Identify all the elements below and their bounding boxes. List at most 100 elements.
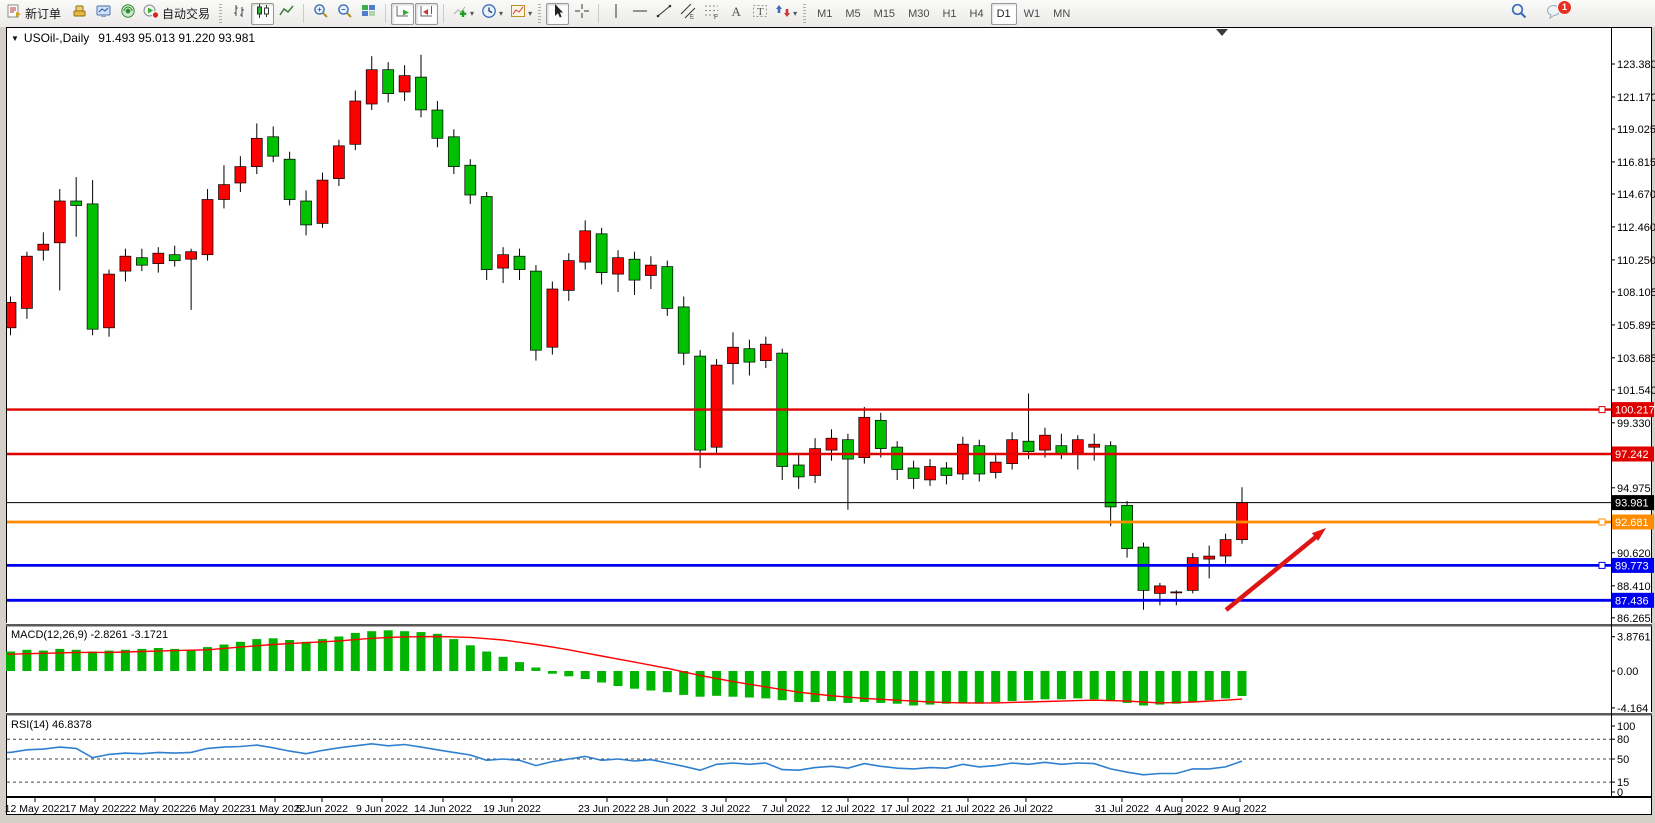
svg-text:93.981: 93.981 xyxy=(1615,498,1649,510)
search-button[interactable] xyxy=(1507,3,1530,25)
new-order-button[interactable]: 新订单 xyxy=(3,3,67,25)
chevron-down-icon: ▾ xyxy=(499,9,503,18)
zoom-out-button[interactable] xyxy=(333,3,356,25)
macd-bar xyxy=(1238,671,1247,696)
candle xyxy=(333,146,344,179)
timeframe-M30-button[interactable]: M30 xyxy=(902,3,935,25)
search-icon xyxy=(1511,3,1527,24)
macd-tick-label: 3.8761 xyxy=(1617,632,1651,644)
candle xyxy=(695,356,706,450)
price-badge: 93.981 xyxy=(1612,495,1654,510)
macd-bar xyxy=(679,671,688,695)
date-tick-label: 12 Jul 2022 xyxy=(821,803,875,815)
panel-separator[interactable] xyxy=(6,623,1652,627)
toolbar-separator xyxy=(303,4,304,23)
symbol-dropdown-icon[interactable]: ▼ xyxy=(11,34,19,43)
candle xyxy=(810,449,821,476)
zoom-out-icon xyxy=(337,3,353,24)
terminal-window-button[interactable] xyxy=(92,3,115,25)
candle xyxy=(547,289,558,347)
macd-bar xyxy=(1205,671,1214,700)
macd-bar xyxy=(1221,671,1230,698)
periods-button[interactable]: ▾ xyxy=(478,3,506,25)
vertical-line-button[interactable] xyxy=(604,3,627,25)
candle xyxy=(317,180,328,223)
templates-button[interactable]: ▾ xyxy=(507,3,535,25)
svg-text:100.217: 100.217 xyxy=(1615,405,1655,417)
macd-bar xyxy=(433,634,442,671)
arrows-button[interactable]: ▾ xyxy=(772,3,800,25)
chevron-down-icon: ▾ xyxy=(470,9,474,18)
chart-shift-button[interactable] xyxy=(415,3,438,25)
macd-bar xyxy=(482,652,491,672)
timeframe-H4-button[interactable]: H4 xyxy=(964,3,990,25)
indicators-button[interactable]: ▾ xyxy=(449,3,477,25)
line-chart-button[interactable] xyxy=(275,3,298,25)
cursor-button[interactable] xyxy=(546,3,569,25)
periods-icon xyxy=(481,3,497,24)
candlestick-chart-icon xyxy=(255,3,271,24)
market-watch-button[interactable] xyxy=(68,3,91,25)
timeframe-W1-button[interactable]: W1 xyxy=(1018,3,1047,25)
trendline-button[interactable] xyxy=(652,3,675,25)
candle xyxy=(120,256,131,271)
date-tick-label: 9 Jun 2022 xyxy=(356,803,408,815)
rsi-tick-label: 80 xyxy=(1617,734,1629,746)
candle xyxy=(38,244,49,250)
bar-chart-button[interactable] xyxy=(227,3,250,25)
toolbar: 新订单自动交易▾▾▾EFAT▾M1M5M15M30H1H4D1W1MN1 xyxy=(0,0,1655,27)
macd-bar xyxy=(663,671,672,692)
timeframe-D1-button[interactable]: D1 xyxy=(991,3,1017,25)
fibonacci-button[interactable]: F xyxy=(700,3,723,25)
signals-icon xyxy=(120,3,136,24)
chart-area[interactable]: 123.380121.170119.025116.815114.670112.4… xyxy=(0,27,1655,823)
svg-text:87.436: 87.436 xyxy=(1615,595,1649,607)
panel-separator[interactable] xyxy=(6,712,1652,716)
candle xyxy=(1072,440,1083,453)
signals-button[interactable] xyxy=(116,3,139,25)
macd-bar xyxy=(975,671,984,704)
rsi-tick-label: 0 xyxy=(1617,787,1623,799)
candle xyxy=(251,138,262,166)
timeframe-M1-button[interactable]: M1 xyxy=(811,3,838,25)
crosshair-button[interactable] xyxy=(570,3,593,25)
candle xyxy=(350,101,361,144)
equidistant-channel-button[interactable]: E xyxy=(676,3,699,25)
macd-bar xyxy=(548,671,557,674)
macd-bar xyxy=(302,642,311,671)
candle xyxy=(399,76,410,92)
date-tick-label: 12 May 2022 xyxy=(5,803,66,815)
autotrade-icon xyxy=(143,3,159,24)
tile-windows-button[interactable] xyxy=(357,3,380,25)
price-badge: 87.436 xyxy=(1612,593,1654,608)
notifications-button[interactable]: 1 xyxy=(1542,3,1565,25)
chart-title: ▼USOil-,Daily91.493 95.013 91.220 93.981 xyxy=(11,31,255,45)
line-handle xyxy=(1599,519,1605,525)
timeframe-H1-button[interactable]: H1 xyxy=(936,3,962,25)
horizontal-line-button[interactable] xyxy=(628,3,651,25)
text-label-button[interactable]: T xyxy=(748,3,771,25)
candle xyxy=(202,200,213,255)
price-tick-label: 103.685 xyxy=(1617,353,1655,365)
text-button[interactable]: A xyxy=(724,3,747,25)
autoscroll-button[interactable] xyxy=(391,3,414,25)
templates-icon xyxy=(510,3,526,24)
candle xyxy=(416,77,427,110)
candlestick-chart-button[interactable] xyxy=(251,3,274,25)
macd-bar xyxy=(761,671,770,698)
candle xyxy=(826,438,837,450)
zoom-in-button[interactable] xyxy=(309,3,332,25)
candle xyxy=(71,201,82,206)
date-tick-label: 26 Jul 2022 xyxy=(999,803,1053,815)
macd-bar xyxy=(170,649,179,671)
macd-bar xyxy=(646,671,655,691)
timeframe-MN-button[interactable]: MN xyxy=(1047,3,1076,25)
date-tick-label: 5 Jun 2022 xyxy=(296,803,348,815)
autotrade-button[interactable]: 自动交易 xyxy=(140,3,216,25)
timeframe-M15-button[interactable]: M15 xyxy=(868,3,901,25)
macd-bar xyxy=(958,671,967,703)
macd-bar xyxy=(712,671,721,696)
timeframe-M5-button[interactable]: M5 xyxy=(839,3,866,25)
new-order-icon xyxy=(6,3,22,24)
text-icon: A xyxy=(728,3,744,24)
